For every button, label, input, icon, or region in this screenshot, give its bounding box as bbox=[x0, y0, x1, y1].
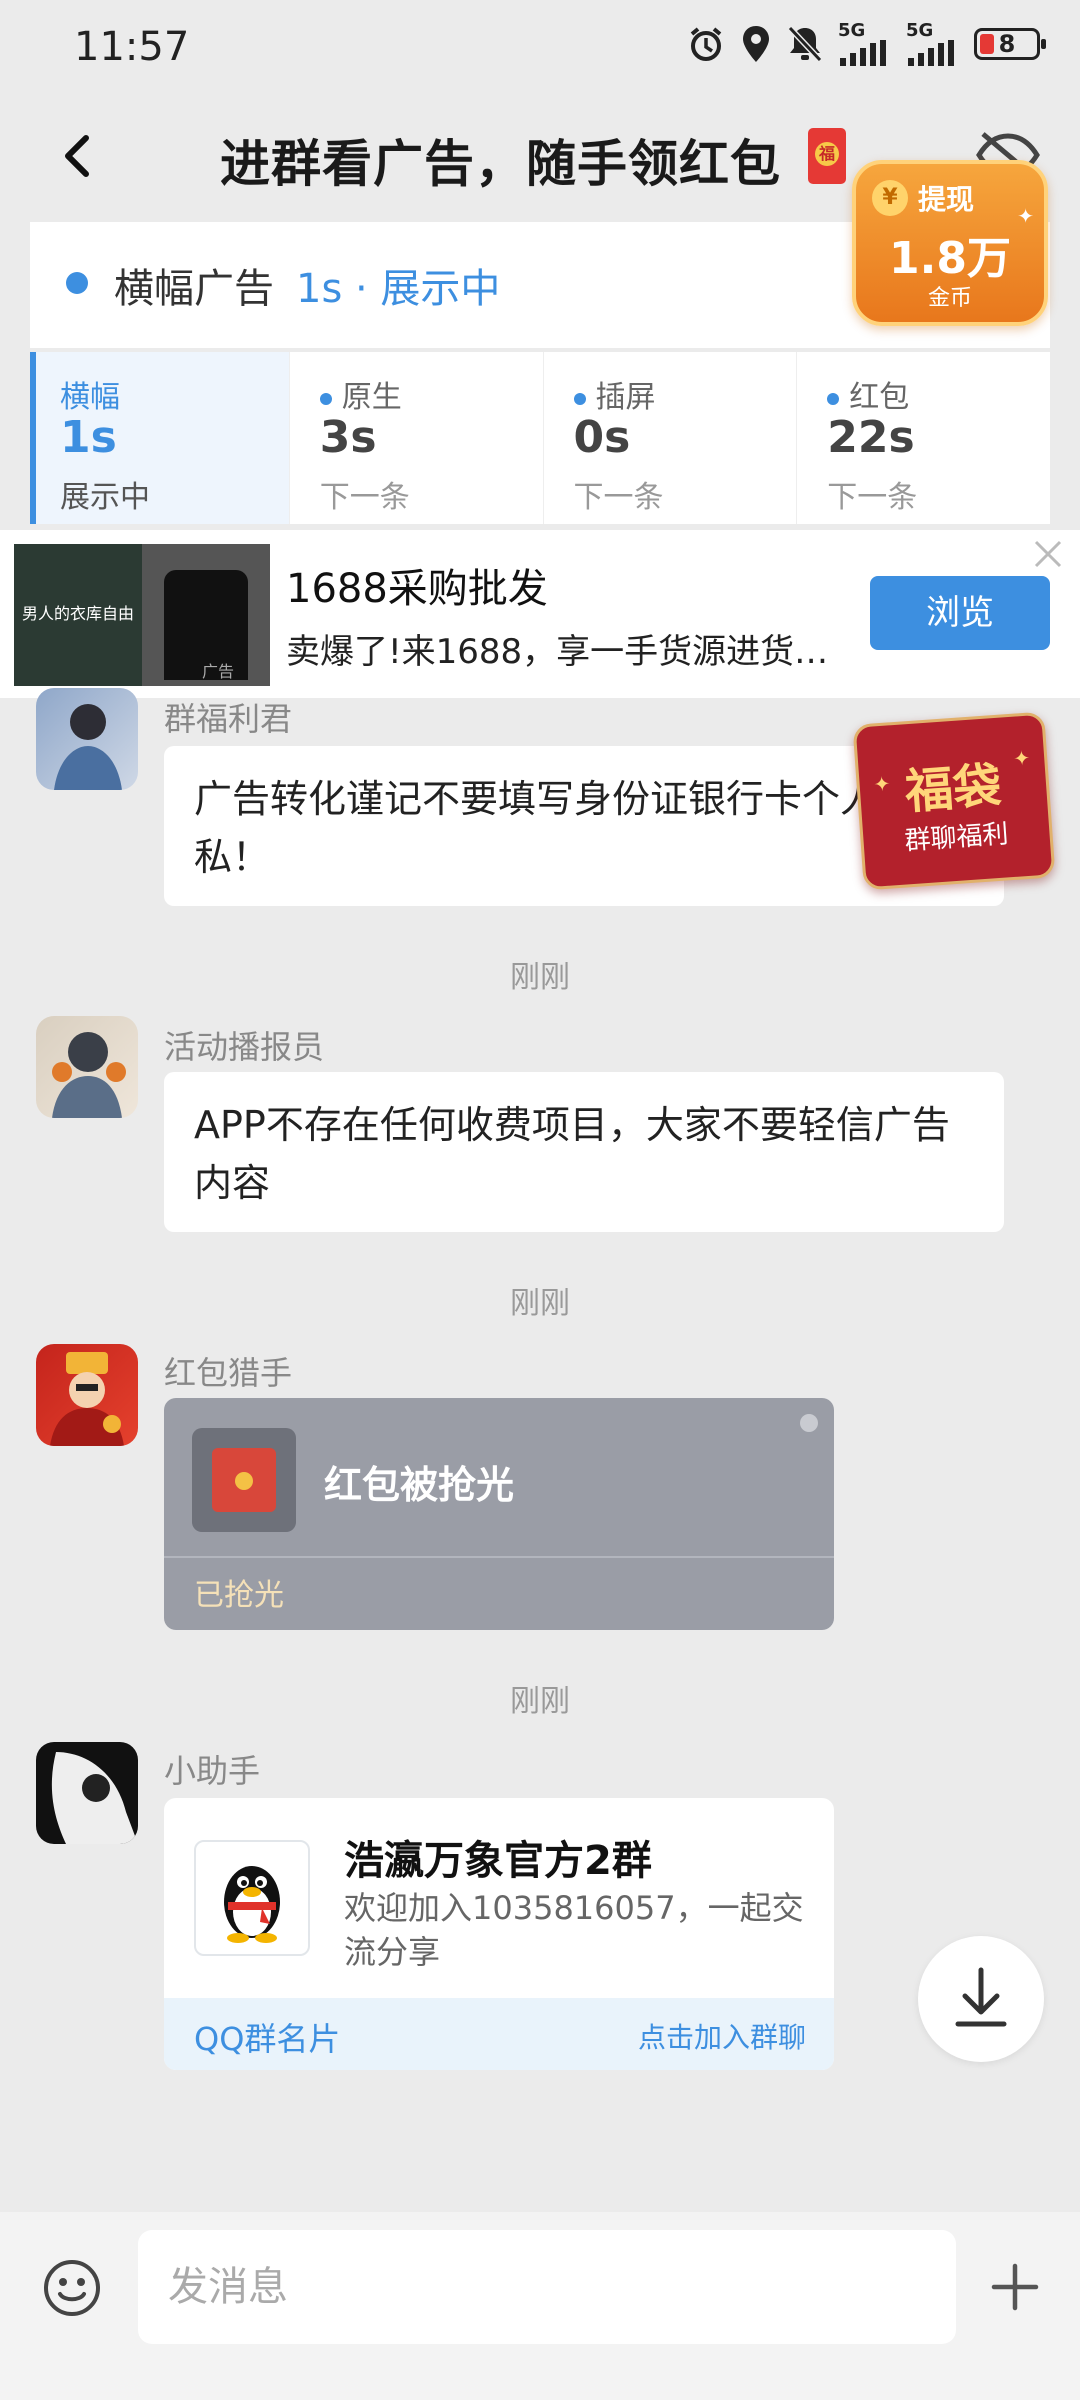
red-packet-title: 红包被抢光 bbox=[324, 1463, 515, 1507]
sender-name: 活动播报员 bbox=[164, 1028, 325, 1066]
timestamp: 刚刚 bbox=[510, 960, 570, 995]
red-packet-status: 已抢光 bbox=[194, 1578, 284, 1613]
indicator-dot bbox=[800, 1414, 818, 1432]
signal-5g-icon: 5G bbox=[838, 22, 892, 66]
back-button[interactable] bbox=[48, 126, 108, 186]
status-icons: 5G 5G 8 bbox=[686, 22, 1046, 66]
timestamp: 刚刚 bbox=[510, 1684, 570, 1719]
sender-name: 群福利君 bbox=[164, 700, 293, 738]
sparkle-icon: ✦ bbox=[1017, 204, 1034, 228]
ad-tag: 广告 bbox=[202, 662, 235, 681]
page-title: 进群看广告，随手领红包 bbox=[220, 135, 781, 193]
group-description: 欢迎加入1035816057，一起交流分享 bbox=[344, 1889, 804, 1971]
avatar[interactable] bbox=[36, 1742, 138, 1844]
red-envelope-icon bbox=[192, 1428, 296, 1532]
emoji-icon bbox=[44, 2260, 100, 2316]
card-type-label: QQ群名片 bbox=[194, 2020, 341, 2058]
join-group-link[interactable]: 点击加入群聊 bbox=[638, 2016, 806, 2056]
message-bubble[interactable]: APP不存在任何收费项目，大家不要轻信广告内容 bbox=[164, 1072, 1004, 1232]
qq-group-card[interactable]: 浩瀛万象官方2群 欢迎加入1035816057，一起交流分享 QQ群名片 点击加… bbox=[164, 1798, 834, 2070]
dot-icon bbox=[827, 392, 840, 405]
emoji-button[interactable] bbox=[40, 2256, 104, 2320]
scroll-to-bottom-button[interactable] bbox=[918, 1936, 1044, 2062]
sender-name: 小助手 bbox=[164, 1752, 261, 1790]
ad-status-text: 1s · 展示中 bbox=[296, 266, 501, 312]
status-dot-icon bbox=[66, 272, 88, 294]
message-input[interactable] bbox=[138, 2230, 956, 2344]
close-icon[interactable] bbox=[1030, 536, 1066, 572]
ad-type-label: 横幅广告 bbox=[114, 266, 274, 312]
signal-5g-icon: 5G bbox=[906, 22, 960, 66]
ad-timer-native: 原生 3s 下一条 bbox=[290, 352, 544, 524]
dot-icon bbox=[573, 392, 586, 405]
alarm-icon bbox=[686, 24, 726, 64]
dot-icon bbox=[319, 392, 332, 405]
more-options-button[interactable] bbox=[984, 2256, 1046, 2318]
status-bar: 11:57 5G 5G 8 bbox=[0, 0, 1080, 100]
plus-icon bbox=[991, 2263, 1039, 2311]
ad-timer-redpacket: 红包 22s 下一条 bbox=[827, 380, 918, 515]
withdraw-coins-button[interactable]: ¥ 提现 1.8万 金币 ✦ bbox=[852, 160, 1048, 326]
red-packet-emoji-icon: 福 bbox=[808, 128, 846, 184]
group-name: 浩瀛万象官方2群 bbox=[344, 1838, 652, 1884]
coin-amount: 1.8万 bbox=[889, 233, 1011, 284]
sender-name: 红包猎手 bbox=[164, 1354, 293, 1392]
avatar[interactable] bbox=[36, 1016, 138, 1118]
mute-icon bbox=[786, 24, 824, 64]
banner-ad[interactable]: 男人的衣库自由 广告 1688采购批发 卖爆了!来1688，享一手货源进货… 浏… bbox=[0, 530, 1080, 698]
lucky-bag-button[interactable]: ✦ ✦ 福袋 群聊福利 bbox=[852, 711, 1056, 891]
red-packet-card[interactable]: 红包被抢光 已抢光 bbox=[164, 1398, 834, 1630]
coin-unit: 金币 bbox=[927, 286, 972, 311]
ad-timer-grid: 横幅 1s 展示中 原生 3s 下一条 插屏 0s 下一条 红包 22s 下一条 bbox=[30, 352, 1050, 524]
ad-title: 1688采购批发 bbox=[286, 566, 548, 612]
browse-button[interactable]: 浏览 bbox=[870, 576, 1050, 650]
download-arrow-icon bbox=[955, 1967, 1007, 2027]
ad-timer-interstitial: 插屏 0s 下一条 bbox=[544, 352, 798, 524]
withdraw-label: 提现 bbox=[918, 183, 975, 216]
status-time: 11:57 bbox=[74, 24, 190, 70]
battery-icon: 8 bbox=[974, 28, 1046, 60]
ad-description: 卖爆了!来1688，享一手货源进货… bbox=[286, 632, 829, 672]
input-bar bbox=[0, 2212, 1080, 2400]
avatar[interactable] bbox=[36, 688, 138, 790]
location-icon bbox=[740, 24, 772, 64]
timestamp: 刚刚 bbox=[510, 1286, 570, 1321]
ad-timer-banner: 横幅 1s 展示中 bbox=[30, 352, 290, 524]
qq-penguin-icon bbox=[194, 1840, 310, 1956]
card-footer: QQ群名片 点击加入群聊 bbox=[164, 1998, 834, 2070]
coin-icon: ¥ bbox=[872, 180, 908, 216]
avatar[interactable] bbox=[36, 1344, 138, 1446]
back-arrow-icon bbox=[65, 135, 89, 177]
chat-screen: 11:57 5G 5G 8 进群看广告，随手领红包 福 横幅广告 1s · 展示… bbox=[0, 0, 1080, 2400]
